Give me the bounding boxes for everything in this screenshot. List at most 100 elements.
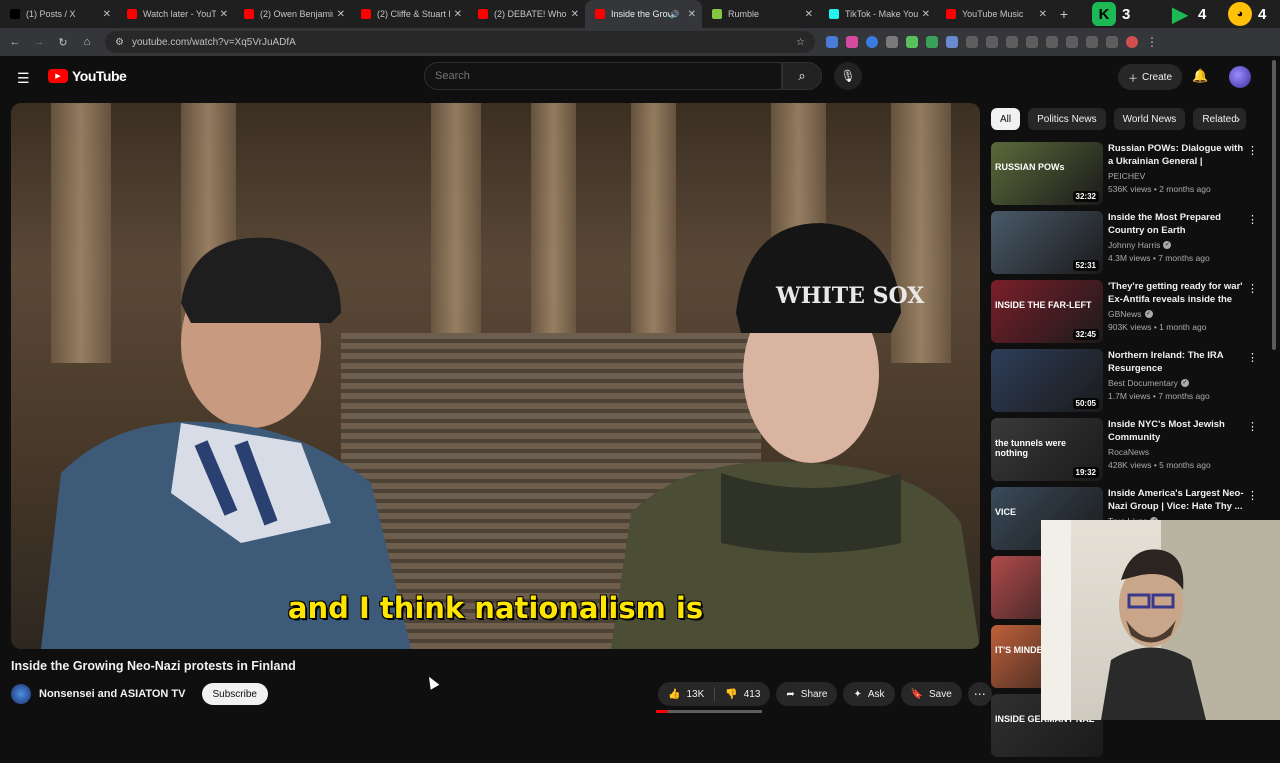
profile-icon[interactable] (1126, 36, 1138, 48)
code-icon[interactable] (1046, 36, 1058, 48)
omnibox[interactable]: ⚙ youtube.com/watch?v=Xq5VrJuADfA ☆ (105, 31, 815, 53)
dislike-button[interactable]: 👎 413 (715, 689, 770, 700)
channel-row: Nonsensei and ASIATON TV Subscribe (11, 683, 268, 705)
video-thumbnail[interactable]: 52:31 (991, 211, 1103, 274)
search-input[interactable] (435, 70, 765, 82)
back-arrow-icon[interactable]: ← (3, 36, 27, 48)
page-scrollbar[interactable] (1272, 60, 1276, 350)
extension-icon[interactable] (886, 36, 898, 48)
ask-label: Ask (867, 688, 885, 700)
create-button[interactable]: ＋ Create (1118, 64, 1182, 90)
channel-name[interactable]: PEICHEV (1108, 171, 1145, 181)
home-icon[interactable]: ⌂ (75, 36, 99, 48)
browser-tab[interactable]: (2) Cliffe & Stuart K ✕ (351, 0, 468, 28)
menu-hamburger-icon[interactable]: ☰ (17, 70, 30, 87)
browser-tab[interactable]: Watch later - YouTube ✕ (117, 0, 234, 28)
channel-name[interactable]: Best Documentary (1108, 378, 1178, 388)
video-player[interactable]: WHITE SOX and I think nationalism is (11, 103, 980, 649)
extension-k-icon[interactable]: K (1092, 2, 1116, 26)
channel-name[interactable]: RocaNews (1108, 447, 1149, 457)
youtube-logo[interactable]: ▶ YouTube (48, 68, 127, 84)
channel-line: RocaNews (1108, 447, 1249, 457)
voice-search-button[interactable]: 🎙 (834, 62, 862, 90)
sparkle-icon: ✦ (853, 688, 862, 700)
more-vertical-icon[interactable]: ⋮ (1247, 420, 1258, 433)
extension-icon[interactable] (1106, 36, 1118, 48)
ask-button[interactable]: ✦ Ask (843, 682, 895, 706)
video-progress-bar[interactable] (656, 710, 762, 713)
extension-icon[interactable] (846, 36, 858, 48)
extension-icon[interactable] (926, 36, 938, 48)
channel-name[interactable]: Nonsensei and ASIATON TV (39, 688, 186, 700)
recommended-video[interactable]: RUSSIAN POWs 32:32 Russian POWs: Dialogue … (991, 142, 1266, 211)
recommended-video[interactable]: 50:05 Northern Ireland: The IRA Resurgenc… (991, 349, 1266, 418)
chip-politics-news[interactable]: Politics News (1028, 108, 1106, 130)
close-tab-icon[interactable]: ✕ (922, 9, 930, 20)
video-caption: and I think nationalism is (287, 591, 704, 625)
browser-tab-strip: (1) Posts / X✕Watch later - YouTube✕(2) … (0, 0, 1280, 28)
close-tab-icon[interactable]: ✕ (454, 9, 462, 20)
close-tab-icon[interactable]: ✕ (571, 9, 579, 20)
video-thumbnail[interactable]: the tunnels were nothing 19:32 (991, 418, 1103, 481)
new-tab-button[interactable]: + (1053, 6, 1075, 22)
extension-icon[interactable] (966, 36, 978, 48)
browser-tab[interactable]: TikTok - Make Your ✕ (819, 0, 936, 28)
search-button[interactable]: ⌕ (782, 62, 822, 90)
account-avatar[interactable] (1229, 66, 1251, 88)
browser-tab[interactable]: Inside the Grow 🔊 ✕ (585, 0, 702, 28)
browser-tab[interactable]: (1) Posts / X ✕ (0, 0, 117, 28)
extension-icon[interactable] (946, 36, 958, 48)
more-vertical-icon[interactable]: ⋮ (1247, 282, 1258, 295)
extension-icon[interactable] (826, 36, 838, 48)
more-vertical-icon[interactable]: ⋮ (1247, 489, 1258, 502)
channel-name[interactable]: GBNews (1108, 309, 1142, 319)
play-extension-icon[interactable]: ▶ (1168, 2, 1192, 26)
extension-face-icon[interactable]: ◕ (1228, 2, 1252, 26)
browser-tab[interactable]: (2) Owen Benjamin ✕ (234, 0, 351, 28)
close-tab-icon[interactable]: ✕ (103, 9, 111, 20)
browser-tab[interactable]: Rumble ✕ (702, 0, 819, 28)
close-tab-icon[interactable]: ✕ (805, 9, 813, 20)
close-tab-icon[interactable]: ✕ (688, 9, 696, 20)
share-button[interactable]: ➦ Share (776, 682, 838, 706)
like-button[interactable]: 👍 13K (658, 689, 714, 700)
speaker-icon[interactable]: 🔊 (670, 10, 680, 19)
thumbs-up-icon: 👍 (668, 688, 681, 700)
extension-icon[interactable] (1086, 36, 1098, 48)
notifications-bell-icon[interactable]: 🔔 (1192, 68, 1208, 84)
bookmark-star-icon[interactable]: ☆ (796, 37, 805, 48)
video-thumbnail[interactable]: INSIDE THE FAR-LEFT 32:45 (991, 280, 1103, 343)
chip-all[interactable]: All (991, 108, 1021, 130)
chevron-right-icon[interactable]: › (1236, 112, 1240, 126)
subscribe-button[interactable]: Subscribe (201, 683, 268, 705)
save-button[interactable]: 🔖 Save (900, 682, 962, 706)
history-icon[interactable] (1006, 36, 1018, 48)
more-vertical-icon[interactable]: ⋮ (1247, 144, 1258, 157)
close-tab-icon[interactable]: ✕ (220, 9, 228, 20)
forward-arrow-icon[interactable]: → (27, 36, 51, 48)
extension-icon[interactable] (866, 36, 878, 48)
site-info-icon[interactable]: ⚙ (115, 37, 124, 48)
sidebar-icon[interactable] (1066, 36, 1078, 48)
video-thumbnail[interactable]: RUSSIAN POWs 32:32 (991, 142, 1103, 205)
reload-icon[interactable]: ↻ (51, 36, 75, 49)
extension-icon[interactable] (1026, 36, 1038, 48)
chip-world-news[interactable]: World News (1113, 108, 1186, 130)
close-tab-icon[interactable]: ✕ (337, 9, 345, 20)
puzzle-icon[interactable] (986, 36, 998, 48)
channel-avatar[interactable] (11, 684, 31, 704)
close-tab-icon[interactable]: ✕ (1039, 9, 1047, 20)
recommended-video[interactable]: 52:31 Inside the Most Prepared Country on… (991, 211, 1266, 280)
recommended-video[interactable]: INSIDE THE FAR-LEFT 32:45 'They're getting… (991, 280, 1266, 349)
extension-icon[interactable] (906, 36, 918, 48)
browser-menu-icon[interactable]: ⋮ (1146, 35, 1158, 49)
channel-name[interactable]: Johnny Harris (1108, 240, 1160, 250)
more-vertical-icon[interactable]: ⋮ (1247, 351, 1258, 364)
video-thumbnail[interactable]: 50:05 (991, 349, 1103, 412)
recommended-video[interactable]: the tunnels were nothing 19:32 Inside NYC'… (991, 418, 1266, 487)
more-actions-button[interactable]: ⋯ (967, 682, 992, 706)
video-meta: 536K views • 2 months ago (1108, 184, 1211, 194)
browser-tab[interactable]: (2) DEBATE! Who Ar ✕ (468, 0, 585, 28)
more-vertical-icon[interactable]: ⋮ (1247, 213, 1258, 226)
browser-tab[interactable]: YouTube Music ✕ (936, 0, 1053, 28)
